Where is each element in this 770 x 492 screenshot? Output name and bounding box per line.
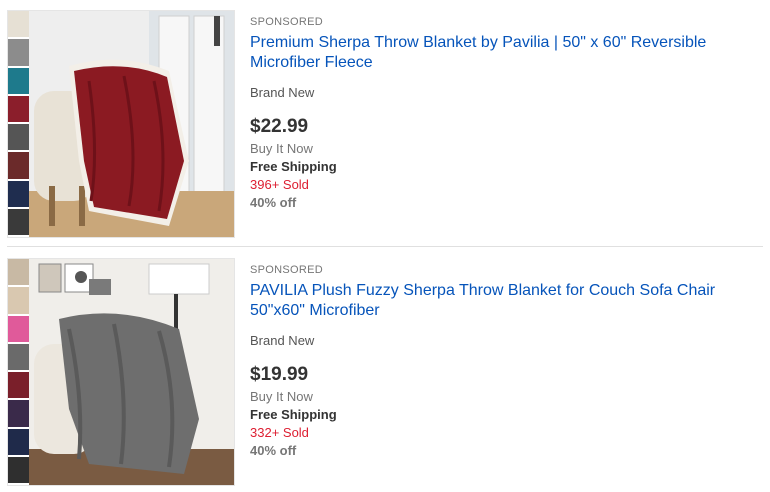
- discount-text: 40% off: [250, 443, 297, 458]
- price: $22.99: [250, 116, 309, 137]
- buying-format: Buy It Now: [250, 141, 313, 156]
- color-swatch[interactable]: [8, 67, 29, 96]
- discount-text: 40% off: [250, 195, 297, 210]
- color-swatch[interactable]: [8, 11, 29, 40]
- color-swatch[interactable]: [8, 95, 29, 124]
- blanket-photo-2: [29, 259, 234, 485]
- shipping-info: Free Shipping: [250, 159, 337, 174]
- condition-text: Brand New: [250, 85, 315, 100]
- sponsored-label: SPONSORED: [250, 16, 323, 28]
- color-swatch[interactable]: [8, 287, 29, 316]
- color-swatch[interactable]: [8, 400, 29, 429]
- condition-text: Brand New: [250, 333, 315, 348]
- search-results: SPONSORED Premium Sherpa Throw Blanket b…: [0, 0, 770, 492]
- price: $19.99: [250, 364, 309, 385]
- color-swatch[interactable]: [8, 208, 29, 237]
- color-swatch[interactable]: [8, 372, 29, 401]
- listing-title-link[interactable]: Premium Sherpa Throw Blanket by Pavilia …: [250, 33, 750, 73]
- color-swatch[interactable]: [8, 428, 29, 457]
- product-photo[interactable]: [29, 259, 234, 485]
- listing-info: SPONSORED PAVILIA Plush Fuzzy Sherpa Thr…: [250, 263, 755, 460]
- color-swatch[interactable]: [8, 315, 29, 344]
- color-swatch[interactable]: [8, 259, 29, 288]
- color-swatch[interactable]: [8, 152, 29, 181]
- listing-info: SPONSORED Premium Sherpa Throw Blanket b…: [250, 15, 755, 212]
- sold-count: 332+ Sold: [250, 425, 309, 440]
- listing-item: SPONSORED PAVILIA Plush Fuzzy Sherpa Thr…: [0, 248, 770, 492]
- color-swatch[interactable]: [8, 180, 29, 209]
- color-swatch[interactable]: [8, 124, 29, 153]
- listing-image[interactable]: [7, 258, 235, 486]
- sponsored-label: SPONSORED: [250, 264, 323, 276]
- color-swatch[interactable]: [8, 456, 29, 485]
- listing-image[interactable]: [7, 10, 235, 238]
- blanket-photo-1: [29, 11, 234, 237]
- color-swatch[interactable]: [8, 39, 29, 68]
- listing-divider: [7, 246, 763, 247]
- listing-title-link[interactable]: PAVILIA Plush Fuzzy Sherpa Throw Blanket…: [250, 281, 750, 321]
- shipping-info: Free Shipping: [250, 407, 337, 422]
- color-swatches: [8, 259, 29, 485]
- product-photo[interactable]: [29, 11, 234, 237]
- buying-format: Buy It Now: [250, 389, 313, 404]
- color-swatches: [8, 11, 29, 237]
- listing-item: SPONSORED Premium Sherpa Throw Blanket b…: [0, 0, 770, 244]
- sold-count: 396+ Sold: [250, 177, 309, 192]
- color-swatch[interactable]: [8, 343, 29, 372]
